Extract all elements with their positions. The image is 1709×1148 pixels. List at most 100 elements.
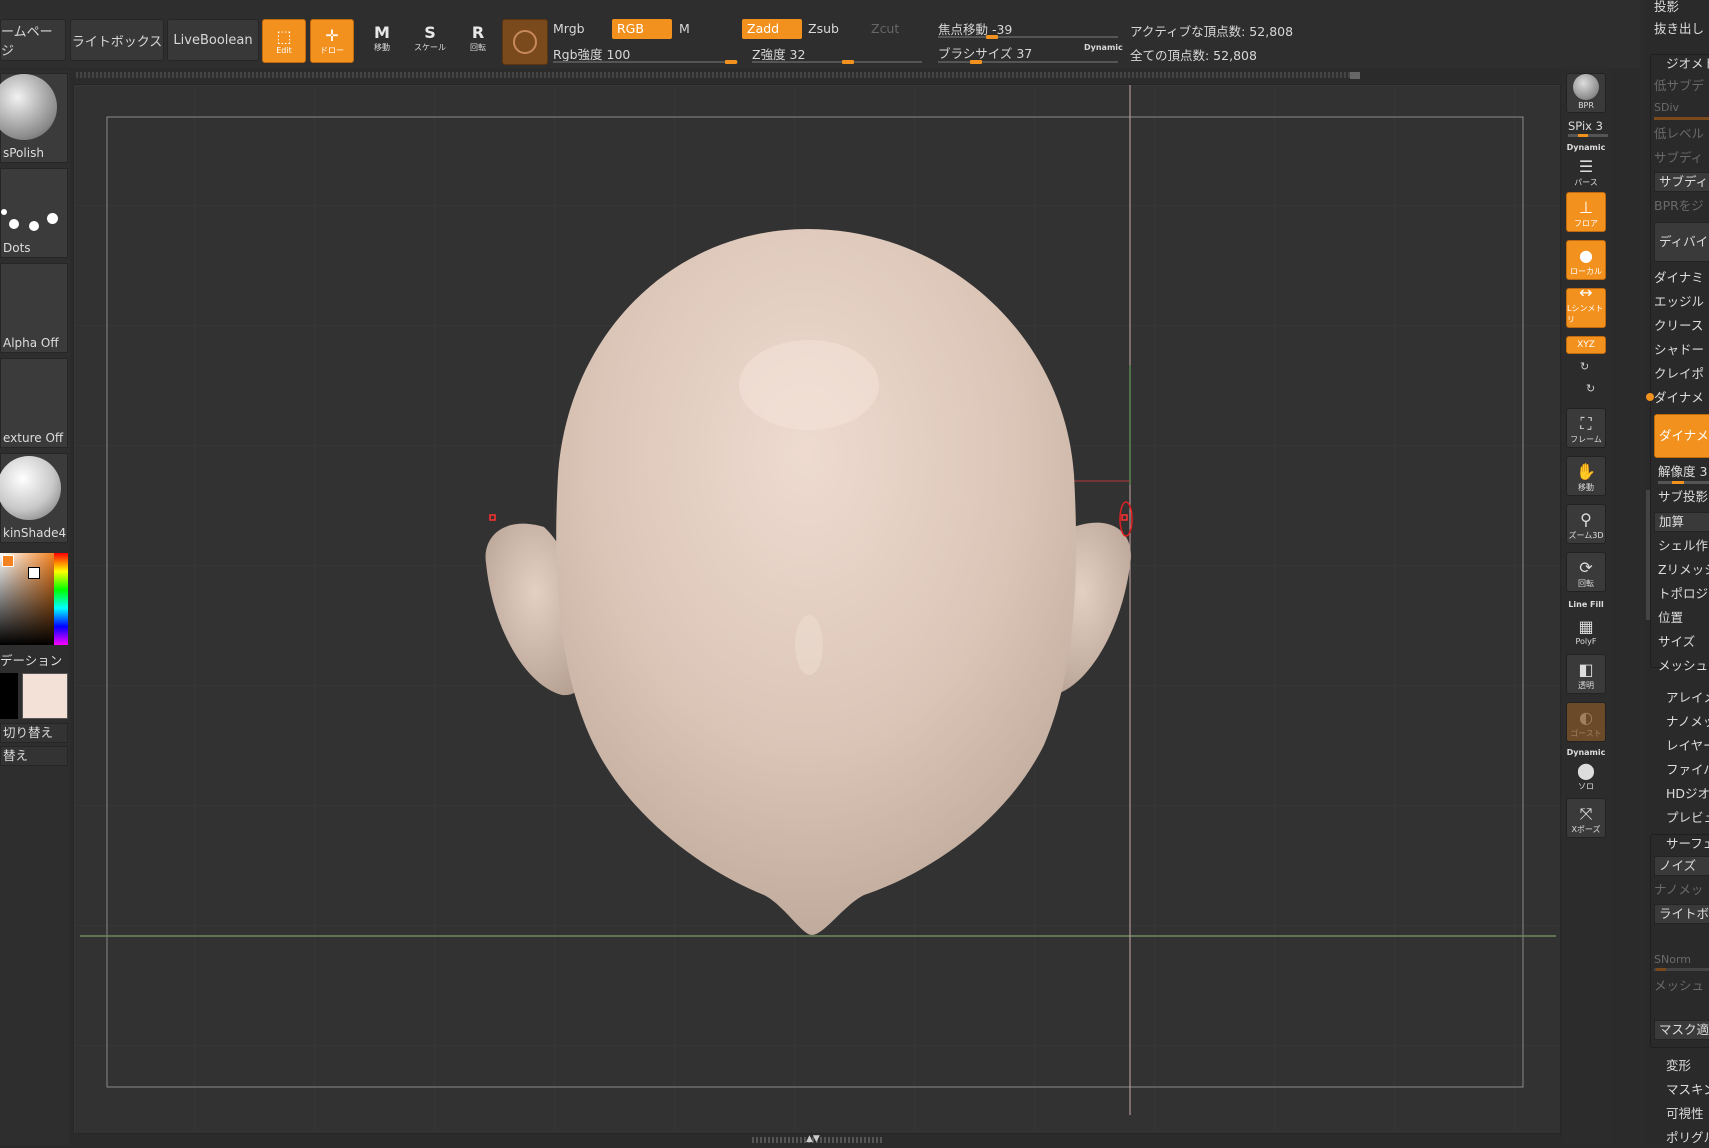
polyf-button[interactable]: ▦ PolyF	[1566, 608, 1606, 648]
floor-button[interactable]: ⊥ フロア	[1566, 192, 1606, 232]
move-view-button[interactable]: ✋ 移動	[1566, 456, 1606, 496]
z-intensity-knob[interactable]	[842, 60, 854, 64]
zoom3d-button[interactable]: ⚲ ズーム3D	[1566, 504, 1606, 544]
resolution-slider[interactable]: 解像度 3	[1658, 462, 1709, 482]
perspective-button[interactable]: ☰ パース	[1566, 150, 1606, 190]
draw-button[interactable]: ✛ ドロー	[310, 19, 354, 63]
brush-size-dynamic-toggle[interactable]: Dynamic	[1084, 43, 1123, 52]
xpose-button[interactable]: ⤧ Xポーズ	[1566, 798, 1606, 838]
noise-button[interactable]: ノイズ	[1654, 856, 1709, 876]
frame-button[interactable]: ⛶ フレーム	[1566, 408, 1606, 448]
add-button[interactable]: 加算	[1654, 512, 1709, 532]
local-button[interactable]: ● ローカル	[1566, 240, 1606, 280]
position-item[interactable]: 位置	[1658, 608, 1709, 628]
material-sphere-button[interactable]	[502, 19, 548, 65]
focal-shift-slider[interactable]: 焦点移動 -39	[938, 19, 1118, 39]
alternate-button[interactable]: 替え	[0, 746, 68, 766]
shell-item[interactable]: シェル作	[1658, 536, 1709, 556]
lightbox-tab[interactable]: ライトボックス	[70, 19, 164, 61]
hue-strip[interactable]	[54, 553, 68, 645]
geometry-header[interactable]: ジオメト	[1666, 54, 1709, 74]
liveboolean-button[interactable]: LiveBoolean	[167, 19, 259, 61]
home-page-tab[interactable]: ームページ	[0, 19, 66, 61]
layers-item[interactable]: レイヤー	[1666, 736, 1709, 756]
rotate-view-button[interactable]: ⟳ 回転	[1566, 552, 1606, 592]
rgb-intensity-slider[interactable]: Rgb強度 100	[553, 44, 738, 64]
subdiv-button-2[interactable]: サブディ	[1654, 172, 1709, 192]
alpha-selector[interactable]: Alpha Off	[0, 263, 68, 353]
size-item[interactable]: サイズ	[1658, 632, 1709, 652]
lower-subdiv-button[interactable]: 低サブデ	[1654, 76, 1709, 96]
spix-slider[interactable]: SPix 3	[1568, 119, 1608, 137]
mesh-integrity-item[interactable]: メッシュ	[1658, 656, 1709, 676]
rotate-y-icon[interactable]: ↻	[1580, 360, 1589, 373]
transparent-button[interactable]: ◧ 透明	[1566, 654, 1606, 694]
subdiv-button[interactable]: サブディ	[1654, 148, 1709, 168]
zremesher-item[interactable]: Zリメッシ	[1658, 560, 1709, 580]
bottom-tray-arrow-icon[interactable]: ▲▼	[806, 1134, 820, 1144]
secondary-color-swatch[interactable]	[22, 673, 68, 719]
rotate-z-icon[interactable]: ↻	[1586, 382, 1595, 395]
viewport-canvas[interactable]	[73, 84, 1561, 1134]
lower-level-button[interactable]: 低レベル	[1654, 124, 1709, 144]
surface-header[interactable]: サーフェ	[1666, 834, 1709, 854]
zcut-toggle[interactable]: Zcut	[871, 21, 899, 36]
edge-loop-item[interactable]: エッジル	[1654, 292, 1709, 312]
claypolish-item[interactable]: クレイポ	[1654, 364, 1709, 384]
edit-button[interactable]: ⬚ Edit	[262, 19, 306, 63]
divide-button[interactable]: ディバイ	[1654, 222, 1709, 262]
ghost-button[interactable]: ◐ ゴースト	[1566, 702, 1606, 742]
nanomesh-surface-item[interactable]: ナノメッ	[1654, 880, 1709, 900]
rgb-intensity-knob[interactable]	[725, 60, 737, 64]
crease-item[interactable]: クリース	[1654, 316, 1709, 336]
dynamesh-button[interactable]: ダイナメ	[1654, 414, 1709, 458]
sub-projection-item[interactable]: サブ投影	[1658, 487, 1709, 507]
rotate-button[interactable]: R 回転	[458, 24, 498, 62]
move-button[interactable]: M 移動	[362, 24, 402, 62]
lightbox-noise-button[interactable]: ライトボ	[1654, 904, 1709, 924]
texture-selector[interactable]: exture Off	[0, 358, 68, 448]
projection-item[interactable]: 投影	[1654, 0, 1709, 17]
lsym-button[interactable]: ↔ Lシンメトリ	[1566, 284, 1606, 328]
mask-apply-button[interactable]: マスク適	[1654, 1020, 1709, 1040]
top-scrollbar-thumb[interactable]	[1350, 72, 1360, 79]
dynamic-subdiv-item[interactable]: ダイナミ	[1654, 268, 1709, 288]
dynamesh-header[interactable]: ダイナメ	[1654, 388, 1709, 408]
fibermesh-item[interactable]: ファイバ	[1666, 760, 1709, 780]
zsub-toggle[interactable]: Zsub	[808, 21, 839, 36]
z-intensity-slider[interactable]: Z強度 32	[752, 44, 922, 64]
switch-color-button[interactable]: 切り替え	[0, 723, 68, 743]
top-scrollbar[interactable]	[76, 72, 1358, 78]
color-picker[interactable]	[0, 553, 68, 645]
visibility-item[interactable]: 可視性	[1666, 1104, 1709, 1124]
gradient-toggle[interactable]: デーション	[0, 650, 68, 668]
arraymesh-item[interactable]: アレイメ	[1666, 688, 1709, 708]
hdgeometry-item[interactable]: HDジオメ	[1666, 784, 1709, 804]
preview-item[interactable]: プレビュ	[1666, 808, 1709, 828]
bpr-button[interactable]: BPR	[1566, 73, 1606, 113]
stroke-selector[interactable]: Dots	[0, 168, 68, 258]
m-toggle[interactable]: M	[679, 21, 690, 36]
shadowbox-item[interactable]: シャドー	[1654, 340, 1709, 360]
deformation-item[interactable]: 変形	[1666, 1056, 1709, 1076]
xyz-button[interactable]: XYZ	[1566, 336, 1606, 354]
main-color-swatch[interactable]	[0, 673, 18, 719]
scale-button[interactable]: S スケール	[410, 24, 450, 62]
extract-item[interactable]: 抜き出し	[1654, 19, 1709, 39]
mrgb-toggle[interactable]: Mrgb	[553, 21, 585, 36]
nanomesh-item[interactable]: ナノメッ	[1666, 712, 1709, 732]
snorm-slider[interactable]: SNorm	[1654, 950, 1709, 970]
topology-item[interactable]: トポロジ	[1658, 584, 1709, 604]
sdiv-slider[interactable]: SDiv	[1654, 98, 1709, 118]
brush-size-knob[interactable]	[970, 60, 982, 64]
bpr-to-geo-button[interactable]: BPRをジ	[1654, 196, 1709, 216]
masking-item[interactable]: マスキン	[1666, 1080, 1709, 1100]
material-selector[interactable]: kinShade4	[0, 453, 68, 543]
mesh-surface-item[interactable]: メッシュ	[1654, 976, 1709, 996]
polygroups-item[interactable]: ポリグル	[1666, 1128, 1709, 1148]
rgb-toggle[interactable]: RGB	[612, 19, 672, 39]
focal-shift-knob[interactable]	[986, 35, 998, 39]
zadd-toggle[interactable]: Zadd	[742, 19, 802, 39]
brush-selector[interactable]: sPolish	[0, 73, 68, 163]
brush-size-slider[interactable]: ブラシサイズ 37 Dynamic	[938, 43, 1123, 64]
